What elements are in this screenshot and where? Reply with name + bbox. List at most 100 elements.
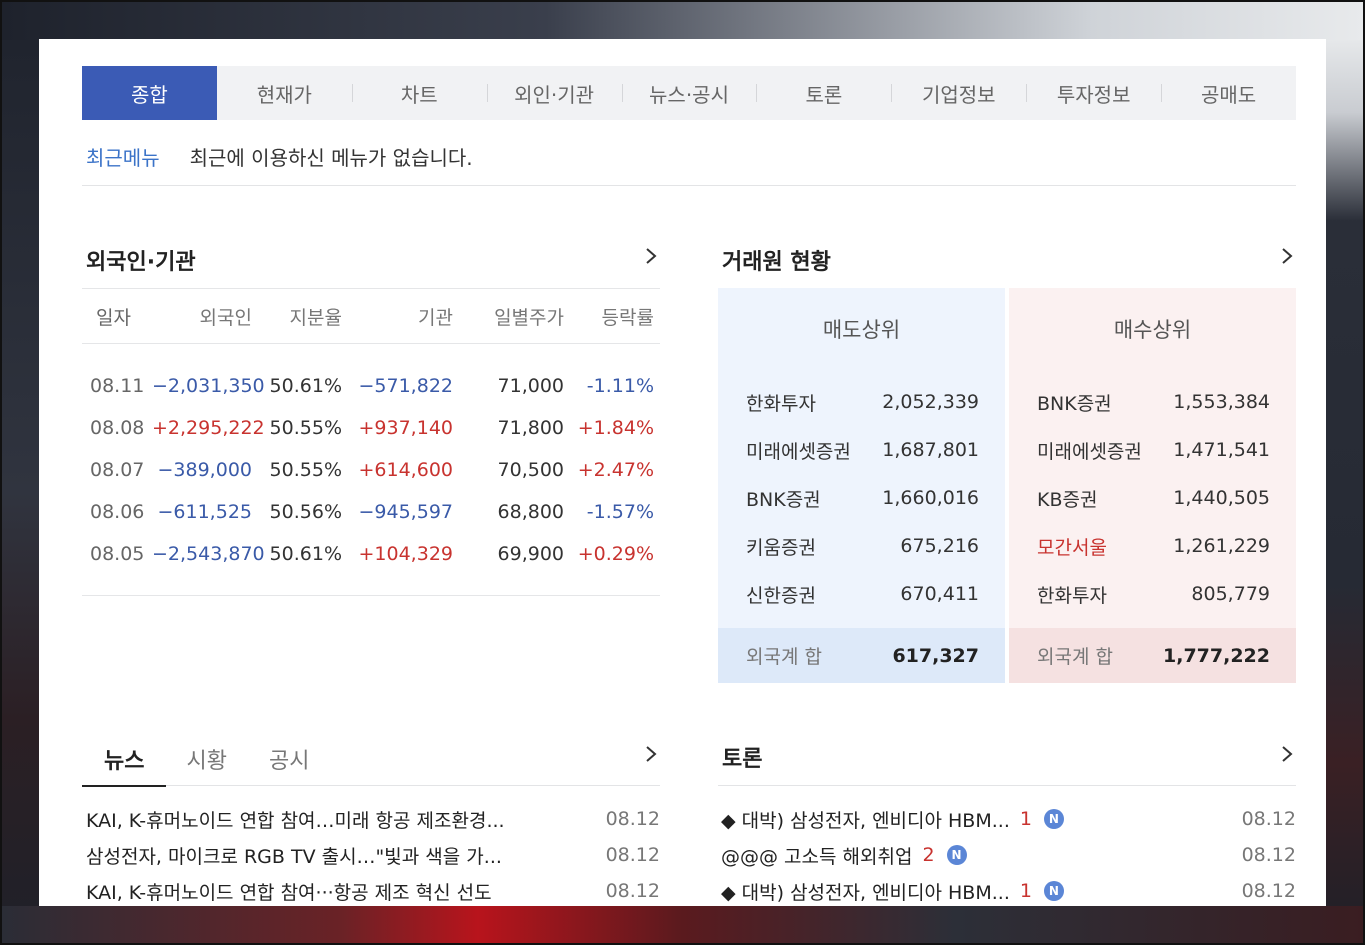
list-item: 미래에셋증권 1,687,801 (718, 426, 1005, 474)
new-badge-icon: N (1043, 881, 1064, 901)
new-badge-icon: N (1043, 809, 1064, 829)
cell-foreign: −611,525 (157, 501, 253, 523)
total-label: 외국계 합 (746, 646, 822, 668)
cell-price: 71,800 (497, 417, 564, 439)
list-item: 키움증권 675,216 (718, 522, 1005, 570)
list-item[interactable]: ◆ 대박) 삼성전자, 엔비디아 HBM... 1 N 08.12 (721, 873, 1296, 906)
broker-name: BNK증권 (746, 488, 821, 511)
cell-foreign: +2,295,222 (152, 417, 265, 439)
chevron-right-icon[interactable] (1280, 246, 1294, 266)
list-item[interactable]: KAI, K-휴머노이드 연합 참여…미래 항공 제조환경... 08.12 (86, 801, 660, 837)
list-item: 모간서울 1,261,229 (1009, 522, 1296, 570)
col-change-rate: 등락률 (601, 306, 654, 329)
news-date: 08.12 (605, 880, 660, 902)
post-title[interactable]: ◆ 대박) 삼성전자, 엔비디아 HBM... (721, 806, 1010, 833)
cell-date: 08.11 (90, 375, 145, 397)
broker-volume: 670,411 (900, 583, 979, 605)
total-label: 외국계 합 (1037, 646, 1113, 668)
post-date: 08.12 (1241, 844, 1296, 866)
col-foreign: 외국인 (199, 306, 252, 329)
broker-volume: 1,687,801 (882, 439, 979, 461)
list-item: 한화투자 805,779 (1009, 570, 1296, 618)
news-title[interactable]: 삼성전자, 마이크로 RGB TV 출시…"빛과 색을 가... (86, 842, 502, 869)
sell-header: 매도상위 (822, 318, 901, 342)
comment-count: 2 (922, 844, 935, 866)
col-institution: 기관 (418, 306, 453, 329)
foreign-table: 일자 외국인 지분율 기관 일별주가 등락률 08.11 −2,031,350 … (82, 288, 660, 596)
list-item[interactable]: KAI, K-휴머노이드 연합 참여···항공 제조 혁신 선도 08.12 (86, 873, 660, 906)
tab-current-price[interactable]: 현재가 (217, 66, 352, 120)
list-item[interactable]: @@@ 고소득 해외취업 2 N 08.12 (721, 837, 1296, 873)
recent-menu-label: 최근메뉴 (86, 145, 160, 170)
cell-change: -1.11% (586, 375, 654, 397)
comment-count: 1 (1019, 880, 1032, 902)
news-title[interactable]: KAI, K-휴머노이드 연합 참여···항공 제조 혁신 선도 (86, 878, 492, 905)
table-row: 08.11 −2,031,350 50.61% −571,822 71,000 … (82, 365, 660, 407)
tab-short-selling[interactable]: 공매도 (1161, 66, 1296, 120)
discussion-list: ◆ 대박) 삼성전자, 엔비디아 HBM... 1 N 08.12 @@@ 고소… (721, 801, 1296, 906)
broker-volume: 1,471,541 (1173, 439, 1270, 461)
cell-ratio: 50.61% (269, 375, 342, 397)
main-tabs: 종합 현재가 차트 외인·기관 뉴스·공시 토론 기업정보 투자정보 공매도 (82, 66, 1296, 120)
cell-ratio: 50.61% (269, 543, 342, 565)
news-date: 08.12 (605, 808, 660, 830)
divider (82, 185, 1296, 186)
news-tabs: 뉴스 시황 공시 (82, 732, 660, 787)
list-item: 신한증권 670,411 (718, 570, 1005, 618)
table-row: 08.06 −611,525 50.56% −945,597 68,800 -1… (82, 491, 660, 533)
chevron-right-icon[interactable] (644, 744, 658, 764)
news-title[interactable]: KAI, K-휴머노이드 연합 참여…미래 항공 제조환경... (86, 806, 505, 833)
tab-news[interactable]: 뉴스 (82, 732, 167, 787)
list-item[interactable]: ◆ 대박) 삼성전자, 엔비디아 HBM... 1 N 08.12 (721, 801, 1296, 837)
broker-section-title: 거래원 현황 (722, 250, 831, 275)
broker-name-foreign: 모간서울 (1037, 536, 1107, 559)
tab-investment-info[interactable]: 투자정보 (1026, 66, 1161, 120)
news-list: KAI, K-휴머노이드 연합 참여…미래 항공 제조환경... 08.12 삼성… (86, 801, 660, 906)
cell-date: 08.05 (90, 543, 145, 565)
tab-chart[interactable]: 차트 (351, 66, 487, 120)
tab-news-disclosure[interactable]: 뉴스·공시 (621, 66, 757, 120)
broker-name: 한화투자 (1037, 584, 1107, 607)
tab-discussion[interactable]: 토론 (756, 66, 891, 120)
broker-name: 미래에셋증권 (1037, 440, 1142, 463)
cell-price: 68,800 (497, 501, 564, 523)
cell-date: 08.08 (90, 417, 145, 439)
news-date: 08.12 (605, 844, 660, 866)
tab-foreign-institution[interactable]: 외인·기관 (486, 66, 622, 120)
background-right (1325, 40, 1365, 945)
chevron-right-icon[interactable] (1280, 744, 1294, 764)
broker-volume: 1,660,016 (882, 487, 979, 509)
cell-foreign: −2,031,350 (152, 375, 265, 397)
tab-disclosure[interactable]: 공시 (269, 732, 309, 786)
cell-ratio: 50.55% (269, 459, 342, 481)
table-header: 일자 외국인 지분율 기관 일별주가 등락률 (82, 288, 660, 344)
total-value: 617,327 (892, 644, 979, 667)
cell-price: 70,500 (497, 459, 564, 481)
list-item: BNK증권 1,660,016 (718, 474, 1005, 522)
cell-institution: +614,600 (358, 459, 454, 481)
col-date: 일자 (96, 306, 131, 329)
table-body: 08.11 −2,031,350 50.61% −571,822 71,000 … (82, 344, 660, 596)
post-title[interactable]: ◆ 대박) 삼성전자, 엔비디아 HBM... (721, 878, 1010, 905)
broker-volume: 1,261,229 (1173, 535, 1270, 557)
broker-name: 신한증권 (746, 584, 816, 607)
list-item[interactable]: 삼성전자, 마이크로 RGB TV 출시…"빛과 색을 가... 08.12 (86, 837, 660, 873)
sell-list: 한화투자 2,052,339 미래에셋증권 1,687,801 BNK증권 1,660… (718, 370, 1005, 628)
cell-foreign: −2,543,870 (152, 543, 265, 565)
post-date: 08.12 (1241, 880, 1296, 902)
broker-volume: 805,779 (1191, 583, 1270, 605)
cell-change: -1.57% (586, 501, 654, 523)
post-title[interactable]: @@@ 고소득 해외취업 (721, 842, 912, 869)
cell-price: 71,000 (497, 375, 564, 397)
foreign-section-title: 외국인·기관 (86, 250, 196, 275)
buy-header: 매수상위 (1113, 318, 1192, 342)
tab-market[interactable]: 시황 (186, 732, 226, 786)
buy-list: BNK증권 1,553,384 미래에셋증권 1,471,541 KB증권 1,440… (1009, 370, 1296, 628)
tab-overview[interactable]: 종합 (82, 66, 217, 120)
tab-company-info[interactable]: 기업정보 (891, 66, 1026, 120)
cell-price: 69,900 (497, 543, 564, 565)
recent-menu: 최근메뉴 최근에 이용하신 메뉴가 없습니다. (86, 140, 473, 172)
chevron-right-icon[interactable] (644, 246, 658, 266)
broker-volume: 675,216 (900, 535, 979, 557)
broker-volume: 1,553,384 (1173, 391, 1270, 413)
